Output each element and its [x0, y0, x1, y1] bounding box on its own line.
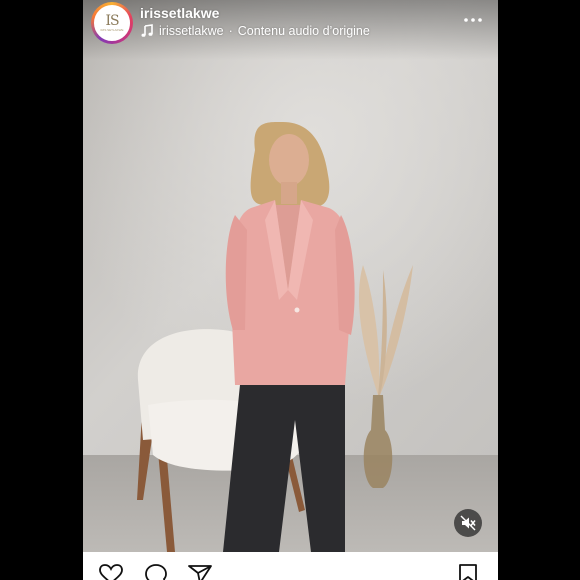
audio-label: Contenu audio d’origine	[237, 24, 370, 38]
more-options-icon[interactable]	[462, 10, 484, 30]
avatar[interactable]: IS IRIS SETLAKWE	[91, 2, 133, 44]
comment-icon[interactable]	[143, 564, 169, 580]
audio-separator: ·	[228, 24, 233, 38]
mute-button[interactable]	[454, 509, 482, 537]
send-icon[interactable]	[187, 564, 213, 580]
music-note-icon	[141, 24, 153, 37]
audio-author: irissetlakwe	[159, 24, 224, 38]
reel-post: IS IRIS SETLAKWE irissetlakwe irissetlak…	[83, 0, 498, 580]
action-bar	[83, 552, 498, 580]
heart-icon[interactable]	[98, 564, 124, 580]
avatar-image: IS IRIS SETLAKWE	[94, 5, 130, 41]
author-username[interactable]: irissetlakwe	[140, 5, 219, 21]
audio-attribution[interactable]: irissetlakwe · Contenu audio d’origine	[140, 24, 370, 38]
avatar-caption: IRIS SETLAKWE	[100, 28, 124, 32]
bookmark-icon[interactable]	[455, 564, 481, 580]
reel-video[interactable]	[83, 0, 498, 552]
muted-speaker-icon	[460, 515, 476, 531]
avatar-monogram: IS	[105, 13, 119, 29]
